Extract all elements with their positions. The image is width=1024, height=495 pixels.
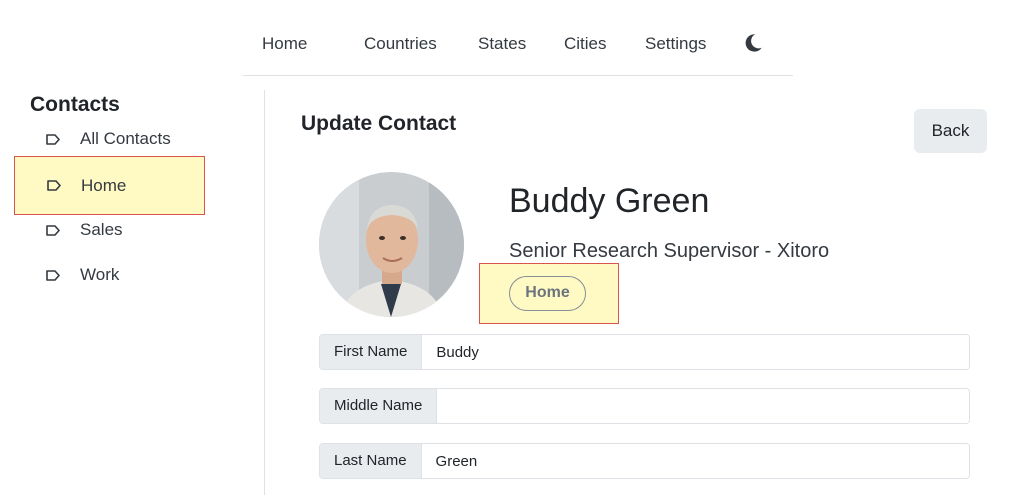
moon-icon[interactable] <box>742 32 764 54</box>
nav-states[interactable]: States <box>478 34 526 54</box>
contact-name: Buddy Green <box>509 182 710 220</box>
top-nav: Home Countries States Cities Settings <box>243 18 793 76</box>
sidebar-item-label: All Contacts <box>80 129 171 148</box>
group-badge[interactable]: Home <box>509 276 586 311</box>
sidebar-item-label: Sales <box>80 220 123 239</box>
first-name-label: First Name <box>320 335 423 369</box>
badge-highlight: Home <box>479 263 619 324</box>
sidebar-item-sales[interactable]: Sales <box>14 209 205 253</box>
sidebar-item-work[interactable]: Work <box>14 254 205 298</box>
tag-icon <box>46 270 60 281</box>
sidebar-item-label: Home <box>81 176 127 195</box>
last-name-label: Last Name <box>320 444 422 478</box>
first-name-field[interactable] <box>422 335 969 369</box>
nav-cities[interactable]: Cities <box>564 34 607 54</box>
middle-name-field[interactable] <box>437 389 969 423</box>
sidebar-item-home[interactable]: Home <box>14 156 205 215</box>
first-name-row: First Name <box>319 334 970 370</box>
avatar <box>319 172 464 317</box>
tag-icon <box>47 180 61 191</box>
last-name-field[interactable] <box>421 444 969 478</box>
back-button[interactable]: Back <box>914 109 987 153</box>
tag-icon <box>46 134 60 145</box>
sidebar-divider <box>264 90 265 495</box>
sidebar-item-label: Work <box>80 265 120 284</box>
sidebar-title: Contacts <box>30 93 120 116</box>
nav-settings[interactable]: Settings <box>645 34 706 54</box>
nav-countries[interactable]: Countries <box>364 34 437 54</box>
middle-name-row: Middle Name <box>319 388 970 424</box>
avatar-photo <box>319 172 464 317</box>
nav-home[interactable]: Home <box>262 34 307 54</box>
page-title: Update Contact <box>301 112 457 135</box>
contact-subtitle: Senior Research Supervisor - Xitoro <box>509 240 830 262</box>
last-name-row: Last Name <box>319 443 970 479</box>
tag-icon <box>46 225 60 236</box>
middle-name-label: Middle Name <box>320 389 438 423</box>
